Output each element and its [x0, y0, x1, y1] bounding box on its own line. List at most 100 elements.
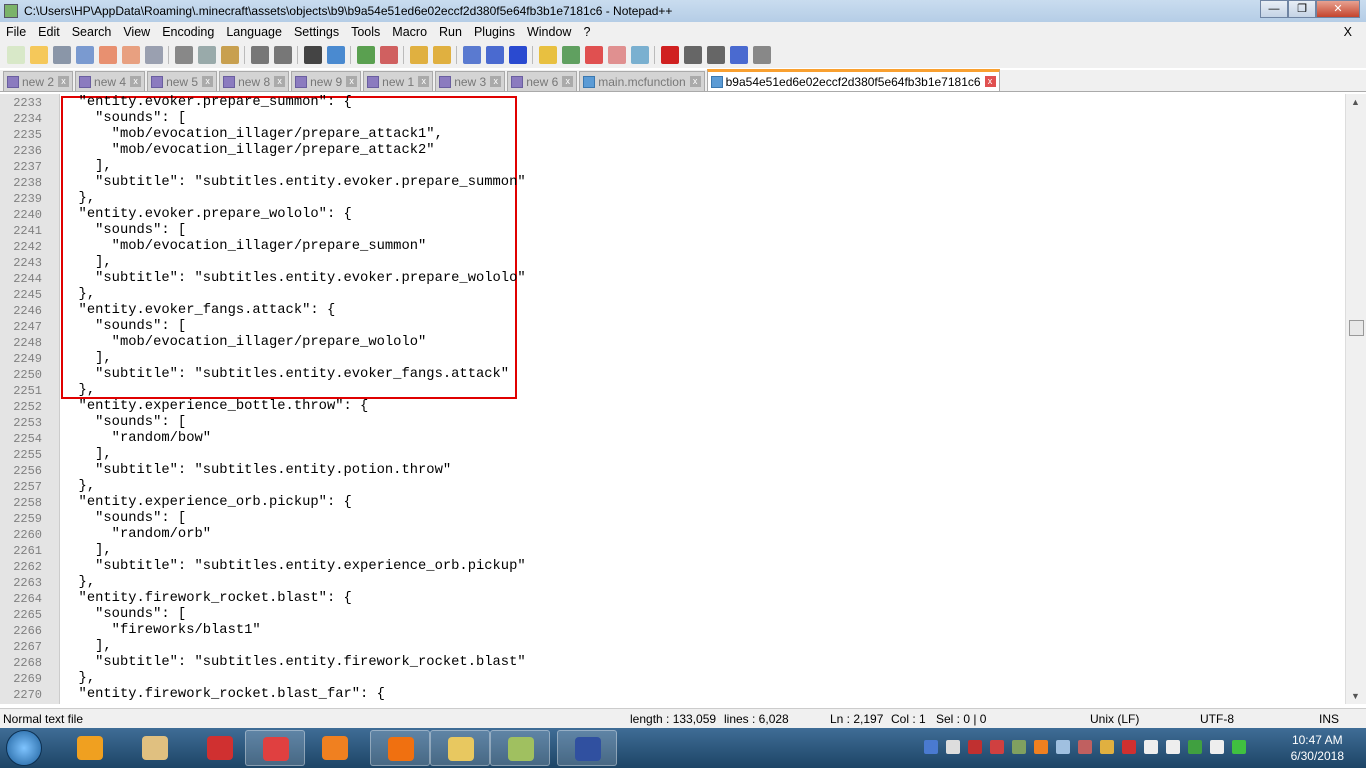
close-icon[interactable] [98, 46, 117, 64]
menu-encoding[interactable]: Encoding [156, 25, 220, 39]
record-macro-icon[interactable] [660, 46, 679, 64]
undo-icon[interactable] [250, 46, 269, 64]
menu-language[interactable]: Language [220, 25, 288, 39]
tool-tray-icon[interactable] [1078, 740, 1092, 754]
close-tab-icon[interactable]: x [58, 76, 70, 87]
clipboard-tray-icon[interactable] [1210, 740, 1224, 754]
close-tab-icon[interactable]: x [418, 76, 430, 87]
folder-workspace-icon[interactable] [607, 46, 626, 64]
close-tab-icon[interactable]: x [984, 76, 996, 87]
replace-icon[interactable] [326, 46, 345, 64]
menu-plugins[interactable]: Plugins [468, 25, 521, 39]
taskbar-paint[interactable] [125, 730, 185, 766]
close-all-icon[interactable] [121, 46, 140, 64]
save-macro-icon[interactable] [752, 46, 771, 64]
find-icon[interactable] [303, 46, 322, 64]
close-tab-icon[interactable]: x [689, 76, 701, 87]
tab-new-1[interactable]: new 1x [363, 71, 434, 91]
scroll-thumb[interactable] [1349, 320, 1364, 336]
power-tray-icon[interactable] [1144, 740, 1158, 754]
taskbar-chrome[interactable] [245, 730, 305, 766]
taskbar-file-explorer[interactable] [430, 730, 490, 766]
close-button[interactable]: ✕ [1316, 0, 1360, 18]
security-tray-icon[interactable] [1232, 740, 1246, 754]
tab-main-mcfunction[interactable]: main.mcfunction x [579, 71, 705, 91]
scroll-up-icon[interactable]: ▲ [1351, 97, 1360, 107]
menu-window[interactable]: Window [521, 25, 577, 39]
word-wrap-icon[interactable] [462, 46, 481, 64]
usb-tray-icon[interactable] [1012, 740, 1026, 754]
bluetooth-tray-icon[interactable] [1056, 740, 1070, 754]
close-tab-icon[interactable]: x [130, 76, 142, 87]
redo-icon[interactable] [273, 46, 292, 64]
print-icon[interactable] [144, 46, 163, 64]
function-list-icon[interactable] [584, 46, 603, 64]
clock[interactable]: 10:47 AM 6/30/2018 [1291, 732, 1344, 764]
save-icon[interactable] [52, 46, 71, 64]
indent-guide-icon[interactable] [508, 46, 527, 64]
menu-macro[interactable]: Macro [386, 25, 433, 39]
zoom-in-icon[interactable] [356, 46, 375, 64]
save-all-icon[interactable] [75, 46, 94, 64]
menu-edit[interactable]: Edit [32, 25, 66, 39]
copy-icon[interactable] [197, 46, 216, 64]
menu-file[interactable]: File [0, 25, 32, 39]
tab-new-3[interactable]: new 3x [435, 71, 506, 91]
tab-new-6[interactable]: new 6x [507, 71, 578, 91]
editor[interactable]: 2233 "entity.evoker.prepare_summon": {22… [0, 94, 1345, 704]
paste-icon[interactable] [220, 46, 239, 64]
minimize-button[interactable]: — [1260, 0, 1288, 18]
start-button[interactable] [6, 730, 42, 766]
sync-h-icon[interactable] [432, 46, 451, 64]
close-tab-icon[interactable]: x [562, 76, 574, 87]
flag-tray-icon[interactable] [946, 740, 960, 754]
close-tab-icon[interactable]: x [202, 76, 214, 87]
tab-new-9[interactable]: new 9x [291, 71, 362, 91]
antivirus-tray-icon[interactable] [968, 740, 982, 754]
speaker-tray-icon[interactable] [1166, 740, 1180, 754]
menu-tools[interactable]: Tools [345, 25, 386, 39]
close-tab-icon[interactable]: x [490, 76, 502, 87]
network-tray-icon[interactable] [924, 740, 938, 754]
menu-settings[interactable]: Settings [288, 25, 345, 39]
tab-new-5[interactable]: new 5x [147, 71, 218, 91]
run-macro-multiple-icon[interactable] [729, 46, 748, 64]
open-file-icon[interactable] [29, 46, 48, 64]
menu-help[interactable]: ? [577, 25, 596, 39]
cut-icon[interactable] [174, 46, 193, 64]
zoom-out-icon[interactable] [379, 46, 398, 64]
vertical-scrollbar[interactable]: ▲ ▼ [1345, 94, 1366, 704]
vlc-tray-icon[interactable] [1034, 740, 1048, 754]
internet-tray-icon[interactable] [1188, 740, 1202, 754]
tab-new-2[interactable]: new 2x [3, 71, 74, 91]
taskbar-smart-bro[interactable] [190, 730, 250, 766]
people-tray-icon[interactable] [1100, 740, 1114, 754]
close-tab-icon[interactable]: x [346, 76, 358, 87]
shield-tray-icon[interactable] [990, 740, 1004, 754]
taskbar-media-player[interactable] [305, 730, 365, 766]
scroll-down-icon[interactable]: ▼ [1351, 691, 1360, 701]
tab-new-4[interactable]: new 4x [75, 71, 146, 91]
close-tab-icon[interactable]: x [274, 76, 286, 87]
tab-b9a54e51ed6e02eccf2d380f5e64fb3b1e7181c6[interactable]: b9a54e51ed6e02eccf2d380f5e64fb3b1e7181c6… [706, 69, 1000, 91]
taskbar-notepad-plus-plus[interactable] [490, 730, 550, 766]
menu-run[interactable]: Run [433, 25, 468, 39]
all-chars-icon[interactable] [485, 46, 504, 64]
menu-view[interactable]: View [117, 25, 156, 39]
new-file-icon[interactable] [6, 46, 25, 64]
udl-icon[interactable] [538, 46, 557, 64]
sync-v-icon[interactable] [409, 46, 428, 64]
taskbar-audacity[interactable] [60, 730, 120, 766]
monitor-icon[interactable] [630, 46, 649, 64]
taskbar-vlc[interactable] [370, 730, 430, 766]
smart-tray-icon[interactable] [1122, 740, 1136, 754]
toolbar-separator [168, 46, 169, 64]
play-macro-icon[interactable] [706, 46, 725, 64]
maximize-button[interactable]: ❐ [1288, 0, 1316, 18]
stop-record-icon[interactable] [683, 46, 702, 64]
close-document-button[interactable]: X [1338, 25, 1358, 39]
menu-search[interactable]: Search [66, 25, 118, 39]
doc-map-icon[interactable] [561, 46, 580, 64]
tab-new-8[interactable]: new 8x [219, 71, 290, 91]
taskbar-paint-tool[interactable] [557, 730, 617, 766]
